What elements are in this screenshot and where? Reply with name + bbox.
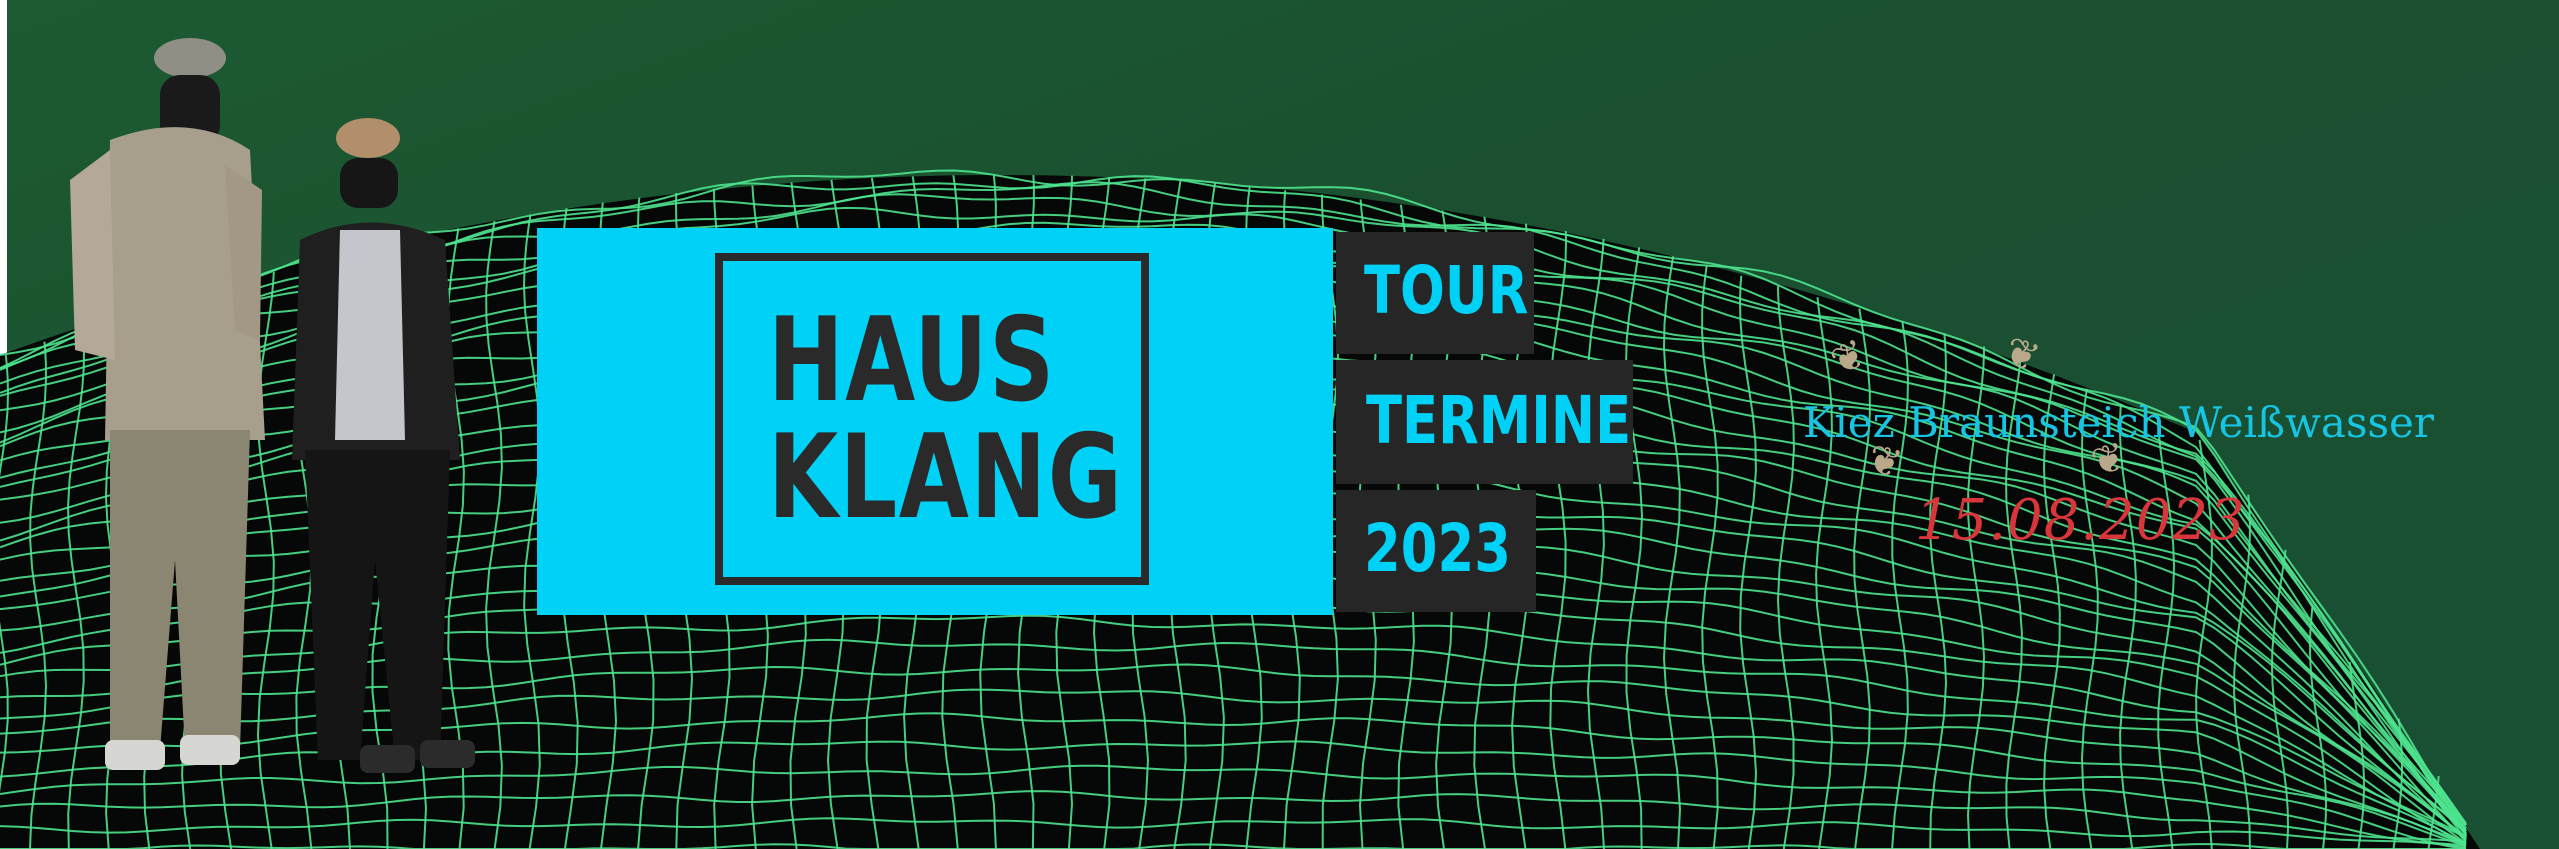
event-date: 15.08.2023 — [1915, 488, 2246, 553]
logo-line-1: HAUS — [768, 293, 1056, 428]
banner: HAUS KLANG TOUR TERMINE 2023 ❦ ❦ ❦ ❦ Kie… — [0, 0, 2559, 849]
event-location: Kiez Braunsteich Weißwasser — [1803, 398, 2434, 447]
tag-year: 2023 — [1336, 490, 1536, 612]
tag-termine: TERMINE — [1336, 360, 1633, 484]
tag-tour: TOUR — [1336, 232, 1534, 354]
logo-line-2: KLANG — [768, 410, 1124, 545]
